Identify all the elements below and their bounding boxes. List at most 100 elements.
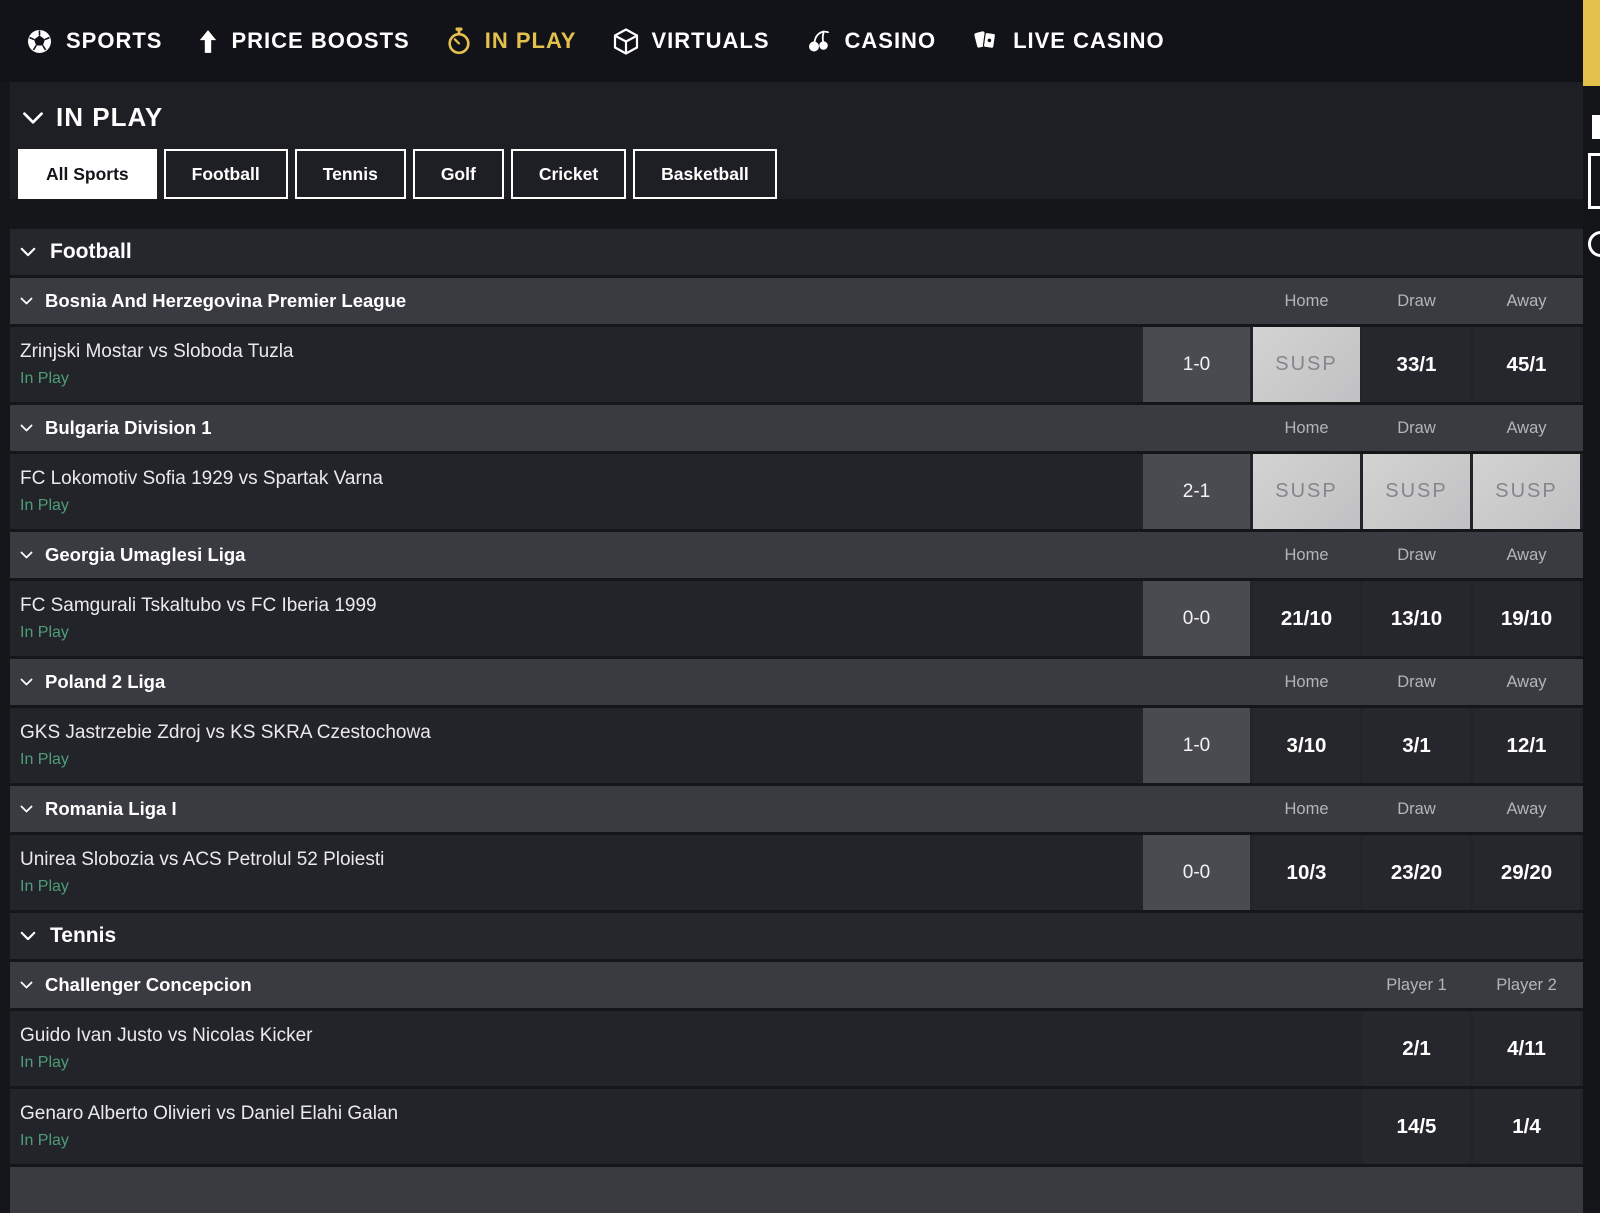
odds-cell[interactable]: 2/1	[1363, 1011, 1470, 1086]
match-odds: 2-1SUSPSUSPSUSP	[1143, 454, 1580, 529]
odds-cell[interactable]: 45/1	[1473, 327, 1580, 402]
odds-cell[interactable]: 3/1	[1363, 708, 1470, 783]
column-label: Home	[1253, 673, 1360, 692]
league-header[interactable]: Bulgaria Division 1 HomeDrawAway	[10, 405, 1583, 451]
match-teams: FC Lokomotiv Sofia 1929 vs Spartak Varna	[20, 468, 383, 490]
chevron-down-icon	[20, 247, 36, 257]
nav-label-virtuals: VIRTUALS	[652, 28, 770, 54]
nav-item-sports[interactable]: SPORTS	[26, 28, 162, 55]
nav-item-price-boosts[interactable]: PRICE BOOSTS	[198, 28, 409, 55]
in-play-status: In Play	[20, 878, 384, 896]
chevron-down-icon	[20, 424, 33, 432]
league-header-left: Poland 2 Liga	[20, 671, 165, 693]
betslip-tab-cutoff[interactable]	[1583, 0, 1600, 86]
column-label: Draw	[1363, 292, 1470, 311]
odds-cell[interactable]: 29/20	[1473, 835, 1580, 910]
filter-all-sports[interactable]: All Sports	[18, 149, 157, 199]
odds-cell[interactable]: 14/5	[1363, 1089, 1470, 1164]
odds-column-labels: HomeDrawAway	[1143, 532, 1580, 578]
odds-column-labels: HomeDrawAway	[1143, 659, 1580, 705]
match-row[interactable]: Genaro Alberto Olivieri vs Daniel Elahi …	[10, 1089, 1583, 1164]
odds-column-labels: HomeDrawAway	[1143, 278, 1580, 324]
nav-label-in-play: IN PLAY	[485, 28, 577, 54]
match-row[interactable]: Guido Ivan Justo vs Nicolas KickerIn Pla…	[10, 1011, 1583, 1086]
filter-football[interactable]: Football	[164, 149, 288, 199]
odds-column-labels: HomeDrawAway	[1143, 405, 1580, 451]
odds-cell[interactable]: 4/11	[1473, 1011, 1580, 1086]
match-odds: 0-010/323/2029/20	[1143, 835, 1580, 910]
odds-column-labels: HomeDrawAway	[1143, 786, 1580, 832]
betslip-edge-panel	[1583, 0, 1600, 1199]
sport-section-header[interactable]: Football	[10, 229, 1583, 275]
odds-cell[interactable]: 3/10	[1253, 708, 1360, 783]
column-label: Draw	[1363, 673, 1470, 692]
column-label: Draw	[1363, 419, 1470, 438]
column-label: Draw	[1363, 546, 1470, 565]
in-play-status: In Play	[20, 497, 383, 515]
filter-golf[interactable]: Golf	[413, 149, 504, 199]
column-label: Home	[1253, 419, 1360, 438]
league-name: Bulgaria Division 1	[45, 417, 212, 439]
match-info: Guido Ivan Justo vs Nicolas KickerIn Pla…	[10, 1011, 313, 1086]
odds-cell[interactable]: 23/20	[1363, 835, 1470, 910]
odds-cell[interactable]: 10/3	[1253, 835, 1360, 910]
match-teams: GKS Jastrzebie Zdroj vs KS SKRA Czestoch…	[20, 722, 431, 744]
odds-cell[interactable]: 33/1	[1363, 327, 1470, 402]
league-name: Poland 2 Liga	[45, 671, 165, 693]
match-row[interactable]: FC Samgurali Tskaltubo vs FC Iberia 1999…	[10, 581, 1583, 656]
sport-section-header[interactable]: Tennis	[10, 913, 1583, 959]
filter-cricket[interactable]: Cricket	[511, 149, 626, 199]
score-cell: 0-0	[1143, 835, 1250, 910]
nav-item-casino[interactable]: CASINO	[806, 28, 937, 55]
match-row[interactable]: Unirea Slobozia vs ACS Petrolul 52 Ploie…	[10, 835, 1583, 910]
match-teams: Guido Ivan Justo vs Nicolas Kicker	[20, 1025, 313, 1047]
sport-section-title: Football	[50, 240, 132, 264]
match-row[interactable]: FC Lokomotiv Sofia 1929 vs Spartak Varna…	[10, 454, 1583, 529]
league-header-left: Bulgaria Division 1	[20, 417, 212, 439]
match-info: Genaro Alberto Olivieri vs Daniel Elahi …	[10, 1089, 398, 1164]
league-header-left: Bosnia And Herzegovina Premier League	[20, 290, 406, 312]
league-header[interactable]: Poland 2 Liga HomeDrawAway	[10, 659, 1583, 705]
match-info: FC Lokomotiv Sofia 1929 vs Spartak Varna…	[10, 454, 383, 529]
league-header[interactable]: Challenger ConcepcionPlayer 1Player 2	[10, 962, 1583, 1008]
column-label: Away	[1473, 419, 1580, 438]
edge-widget-bar	[1592, 115, 1600, 139]
odds-cell[interactable]: 21/10	[1253, 581, 1360, 656]
events-list: Football Bosnia And Herzegovina Premier L…	[10, 229, 1583, 1164]
cherries-icon	[806, 28, 832, 55]
odds-cell[interactable]: 19/10	[1473, 581, 1580, 656]
column-label: Home	[1253, 292, 1360, 311]
league-header[interactable]: Georgia Umaglesi Liga HomeDrawAway	[10, 532, 1583, 578]
filter-tennis[interactable]: Tennis	[295, 149, 406, 199]
filter-basketball[interactable]: Basketball	[633, 149, 777, 199]
league-name: Romania Liga I	[45, 798, 177, 820]
stopwatch-icon	[446, 27, 472, 55]
league-name: Challenger Concepcion	[45, 974, 252, 996]
nav-item-in-play[interactable]: IN PLAY	[446, 27, 577, 55]
sport-filter-bar: All Sports Football Tennis Golf Cricket …	[10, 149, 1583, 199]
odds-cell[interactable]: 13/10	[1363, 581, 1470, 656]
nav-item-live-casino[interactable]: LIVE CASINO	[972, 27, 1165, 55]
chevron-down-icon	[20, 805, 33, 813]
edge-widget-ring	[1588, 231, 1600, 257]
column-label: Away	[1473, 800, 1580, 819]
match-row[interactable]: Zrinjski Mostar vs Sloboda TuzlaIn Play1…	[10, 327, 1583, 402]
odds-cell[interactable]: 12/1	[1473, 708, 1580, 783]
suspended-odds-cell: SUSP	[1363, 454, 1470, 529]
nav-item-virtuals[interactable]: VIRTUALS	[613, 28, 770, 55]
league-header[interactable]: Romania Liga I HomeDrawAway	[10, 786, 1583, 832]
league-name: Georgia Umaglesi Liga	[45, 544, 245, 566]
column-label: Player 2	[1473, 976, 1580, 995]
chevron-down-icon	[20, 297, 33, 305]
in-play-status: In Play	[20, 751, 431, 769]
match-teams: Unirea Slobozia vs ACS Petrolul 52 Ploie…	[20, 849, 384, 871]
column-label: Away	[1473, 673, 1580, 692]
league-header-left: Georgia Umaglesi Liga	[20, 544, 245, 566]
league-header[interactable]: Bosnia And Herzegovina Premier League Hom…	[10, 278, 1583, 324]
match-odds: 2/14/11	[1143, 1011, 1580, 1086]
match-row[interactable]: GKS Jastrzebie Zdroj vs KS SKRA Czestoch…	[10, 708, 1583, 783]
match-odds: 14/51/4	[1143, 1089, 1580, 1164]
chevron-down-icon[interactable]	[22, 111, 44, 125]
odds-cell[interactable]: 1/4	[1473, 1089, 1580, 1164]
playing-cards-icon	[972, 27, 1000, 55]
